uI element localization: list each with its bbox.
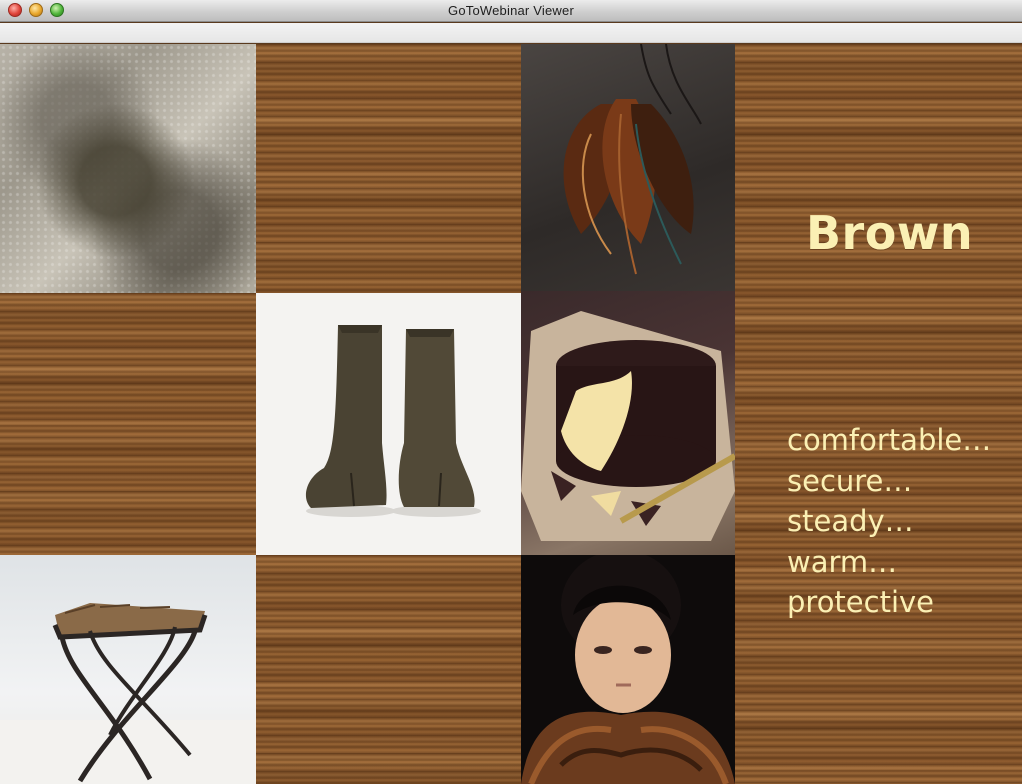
descriptor-item: warm… — [787, 544, 898, 579]
slide-heading: Brown — [806, 206, 974, 260]
chocolate-cake-image — [521, 291, 735, 555]
wood-texture-tile — [256, 555, 521, 784]
descriptor-item: comfortable… — [787, 423, 992, 457]
wooden-stool-image — [0, 555, 256, 784]
descriptor-item: steady… — [787, 504, 914, 538]
shared-slide: Brown comfortable… secure… steady… warm…… — [0, 44, 1022, 784]
fur-collar-portrait-image — [521, 555, 735, 784]
wood-texture-tile — [0, 293, 256, 555]
feathers-image — [521, 44, 735, 291]
wood-texture-tile — [256, 44, 521, 293]
wood-texture-panel — [735, 44, 1022, 784]
window-title: GoToWebinar Viewer — [448, 3, 574, 18]
snakeskin-image — [0, 44, 256, 293]
leather-boots-image — [256, 293, 521, 555]
descriptor-list: comfortable… secure… steady… warm… prote… — [787, 420, 991, 623]
descriptor-item: secure… — [787, 463, 913, 498]
descriptor-item: protective — [787, 585, 935, 619]
viewer-toolbar — [0, 23, 1022, 43]
window-title-bar: GoToWebinar Viewer — [0, 0, 1022, 22]
